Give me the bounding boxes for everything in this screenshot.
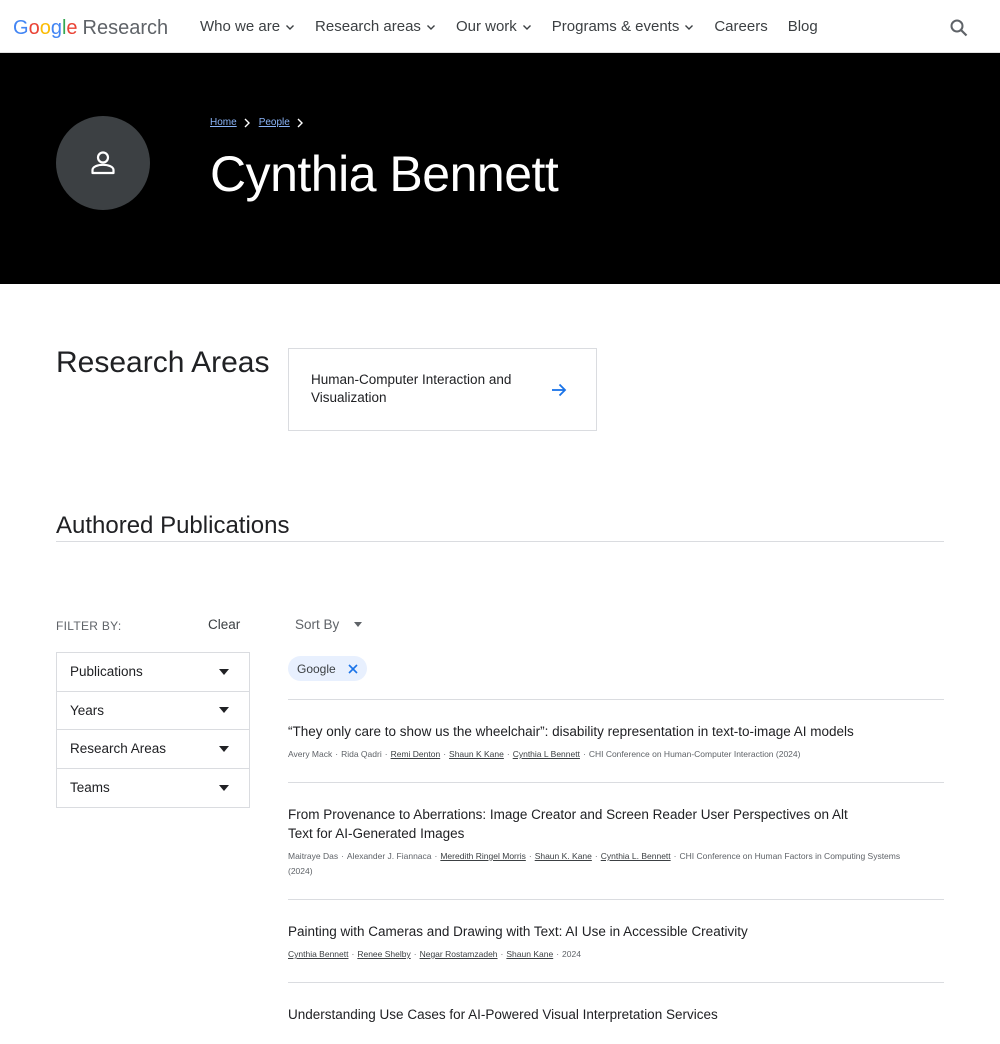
list-item: From Provenance to Aberrations: Image Cr… <box>288 782 944 899</box>
filter-research-areas[interactable]: Research Areas <box>57 730 249 769</box>
clear-filters-button[interactable]: Clear <box>208 617 240 632</box>
main-nav: Who we are Research areas Our work Progr… <box>200 18 838 35</box>
author-name: Rida Qadri <box>341 749 382 759</box>
author-name: Alexander J. Fiannaca <box>346 851 432 861</box>
research-area-card-hci[interactable]: Human-Computer Interaction and Visualiza… <box>288 348 597 431</box>
filter-years[interactable]: Years <box>57 692 249 730</box>
nav-who-we-are[interactable]: Who we are <box>200 18 295 35</box>
nav-research-areas[interactable]: Research areas <box>315 18 436 35</box>
filter-by-label: FILTER BY: <box>56 619 122 633</box>
separator: · <box>384 749 388 759</box>
top-navigation-bar: Google Research Who we are Research areas… <box>0 0 1000 53</box>
author-name: Avery Mack <box>288 749 333 759</box>
author-link[interactable]: Renee Shelby <box>357 949 410 959</box>
profile-hero: Home People Cynthia Bennett <box>0 53 1000 284</box>
author-link[interactable]: Remi Denton <box>391 749 441 759</box>
publication-title[interactable]: Painting with Cameras and Drawing with T… <box>288 922 868 941</box>
search-icon[interactable] <box>949 18 969 38</box>
chevron-right-icon <box>297 118 303 127</box>
author-link[interactable]: Cynthia Bennett <box>288 949 348 959</box>
active-filter-chip: Google <box>288 656 367 681</box>
caret-down-icon <box>219 707 229 714</box>
chevron-down-icon <box>426 24 435 30</box>
close-icon[interactable] <box>348 663 358 674</box>
author-link[interactable]: Negar Rostamzadeh <box>420 949 498 959</box>
separator: · <box>341 851 344 861</box>
list-item: Painting with Cameras and Drawing with T… <box>288 899 944 982</box>
authored-publications-heading: Authored Publications <box>56 512 290 539</box>
separator: · <box>434 851 438 861</box>
author-link[interactable]: Cynthia L. Bennett <box>601 851 671 861</box>
research-areas-heading: Research Areas <box>56 346 270 379</box>
list-item: Understanding Use Cases for AI-Powered V… <box>288 982 944 1044</box>
breadcrumb-people-link[interactable]: People <box>259 117 290 128</box>
author-link[interactable]: Meredith Ringel Morris <box>440 851 526 861</box>
publication-meta: Avery Mack · Rida Qadri · Remi Denton · Shaun … <box>288 747 908 762</box>
google-research-logo[interactable]: Google Research <box>13 17 168 39</box>
publication-meta: Cynthia Bennett · Renee Shelby · Negar Rosta… <box>288 947 908 962</box>
nav-careers[interactable]: Careers <box>714 18 767 35</box>
author-link[interactable]: Shaun Kane <box>506 949 553 959</box>
publication-title[interactable]: From Provenance to Aberrations: Image Cr… <box>288 805 868 843</box>
publication-meta: Maitraye Das · Alexander J. Fiannaca · Mered… <box>288 849 908 879</box>
filter-panel: Publications Years Research Areas Teams <box>56 652 250 808</box>
section-divider <box>56 541 944 542</box>
separator: · <box>335 749 339 759</box>
author-name: Maitraye Das <box>288 851 339 861</box>
caret-down-icon <box>219 784 229 791</box>
arrow-right-icon <box>552 383 567 397</box>
publication-venue: 2024 <box>562 949 581 959</box>
publication-title[interactable]: “They only care to show us the wheelchai… <box>288 722 868 741</box>
caret-down-icon <box>219 745 229 752</box>
separator: · <box>556 949 560 959</box>
research-area-label: Human-Computer Interaction and Visualiza… <box>311 372 512 405</box>
nav-programs-events[interactable]: Programs & events <box>552 18 695 35</box>
caret-down-icon <box>219 668 229 675</box>
separator: · <box>594 851 598 861</box>
separator: · <box>500 949 504 959</box>
publication-venue: CHI Conference on Human-Computer Interac… <box>588 749 801 759</box>
nav-blog[interactable]: Blog <box>788 18 818 35</box>
separator: · <box>413 949 417 959</box>
chevron-down-icon <box>286 24 295 30</box>
separator: · <box>528 851 532 861</box>
separator: · <box>673 851 677 861</box>
person-icon <box>91 151 115 175</box>
separator: · <box>351 949 355 959</box>
breadcrumb-home-link[interactable]: Home <box>210 117 237 128</box>
filter-publications[interactable]: Publications <box>57 653 249 692</box>
author-link[interactable]: Shaun K. Kane <box>535 851 592 861</box>
caret-down-icon <box>354 621 363 627</box>
chevron-right-icon <box>244 118 250 127</box>
sort-by-dropdown[interactable]: Sort By <box>295 617 363 632</box>
author-link[interactable]: Shaun K Kane <box>449 749 504 759</box>
separator: · <box>582 749 586 759</box>
list-item: “They only care to show us the wheelchai… <box>288 699 944 782</box>
page-title: Cynthia Bennett <box>210 146 559 202</box>
author-link[interactable]: Cynthia L Bennett <box>513 749 580 759</box>
chevron-down-icon <box>522 24 531 30</box>
publication-list: “They only care to show us the wheelchai… <box>288 699 944 1044</box>
publication-title[interactable]: Understanding Use Cases for AI-Powered V… <box>288 1005 868 1024</box>
nav-our-work[interactable]: Our work <box>456 18 532 35</box>
separator: · <box>443 749 447 759</box>
chevron-down-icon <box>685 24 694 30</box>
breadcrumb: Home People <box>210 117 312 128</box>
separator: · <box>506 749 510 759</box>
filter-teams[interactable]: Teams <box>57 769 249 808</box>
avatar <box>56 116 150 210</box>
